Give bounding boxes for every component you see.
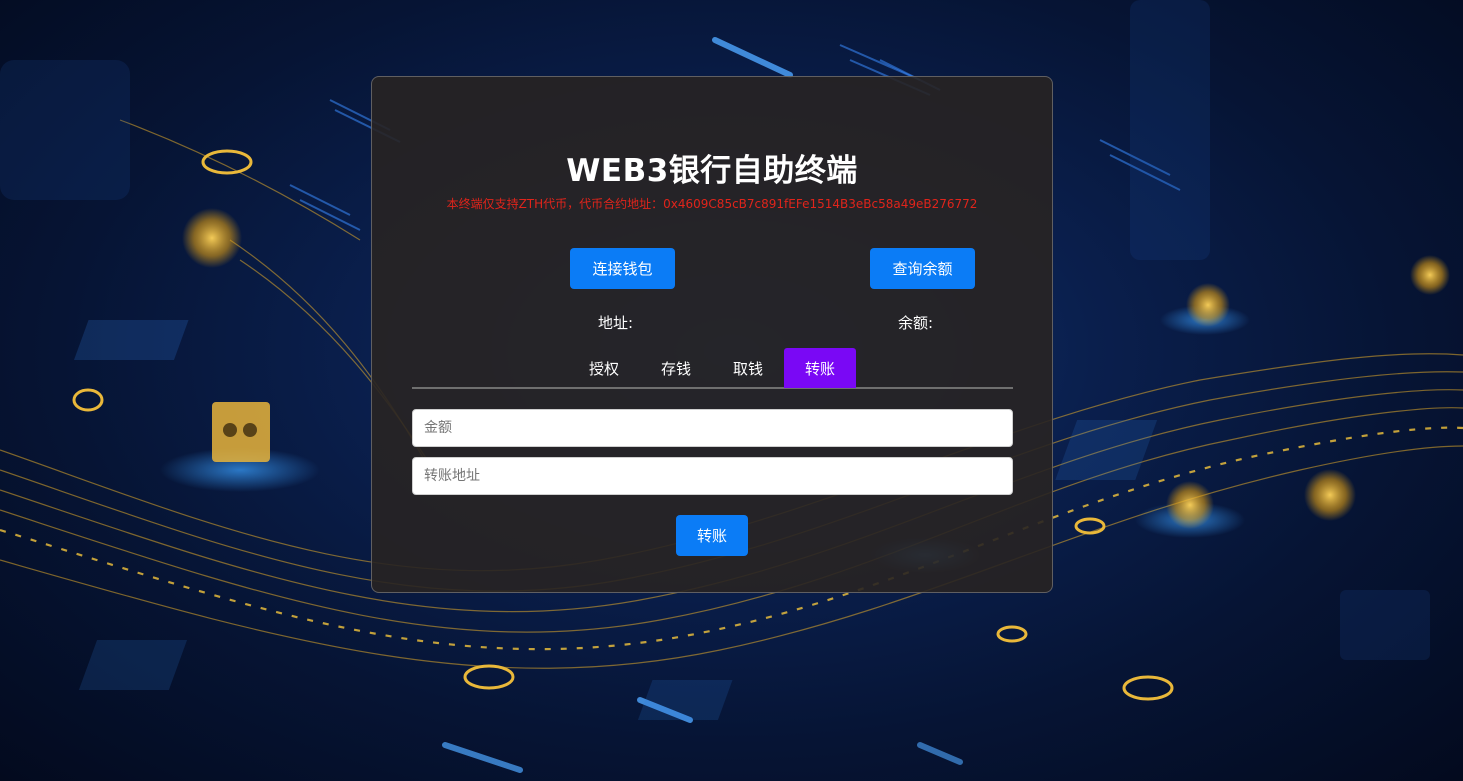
amount-input[interactable] bbox=[412, 409, 1013, 447]
tab-transfer[interactable]: 转账 bbox=[784, 348, 856, 388]
contract-notice: 本终端仅支持ZTH代币，代币合约地址：0x4609C85cB7c891fEFe1… bbox=[446, 197, 978, 211]
operation-tabs: 授权 存钱 取钱 转账 bbox=[412, 348, 1013, 389]
connect-wallet-button[interactable]: 连接钱包 bbox=[570, 248, 675, 289]
address-label: 地址: bbox=[598, 314, 634, 332]
tab-deposit[interactable]: 存钱 bbox=[640, 348, 712, 388]
terminal-panel: WEB3银行自助终端 本终端仅支持ZTH代币，代币合约地址：0x4609C85c… bbox=[371, 76, 1053, 593]
page-title: WEB3银行自助终端 bbox=[566, 153, 858, 189]
balance-label: 余额: bbox=[898, 314, 934, 332]
tab-withdraw[interactable]: 取钱 bbox=[712, 348, 784, 388]
transfer-submit-button[interactable]: 转账 bbox=[676, 515, 748, 556]
check-balance-button[interactable]: 查询余额 bbox=[870, 248, 975, 289]
transfer-address-input[interactable] bbox=[412, 457, 1013, 495]
tab-authorize[interactable]: 授权 bbox=[568, 348, 640, 388]
